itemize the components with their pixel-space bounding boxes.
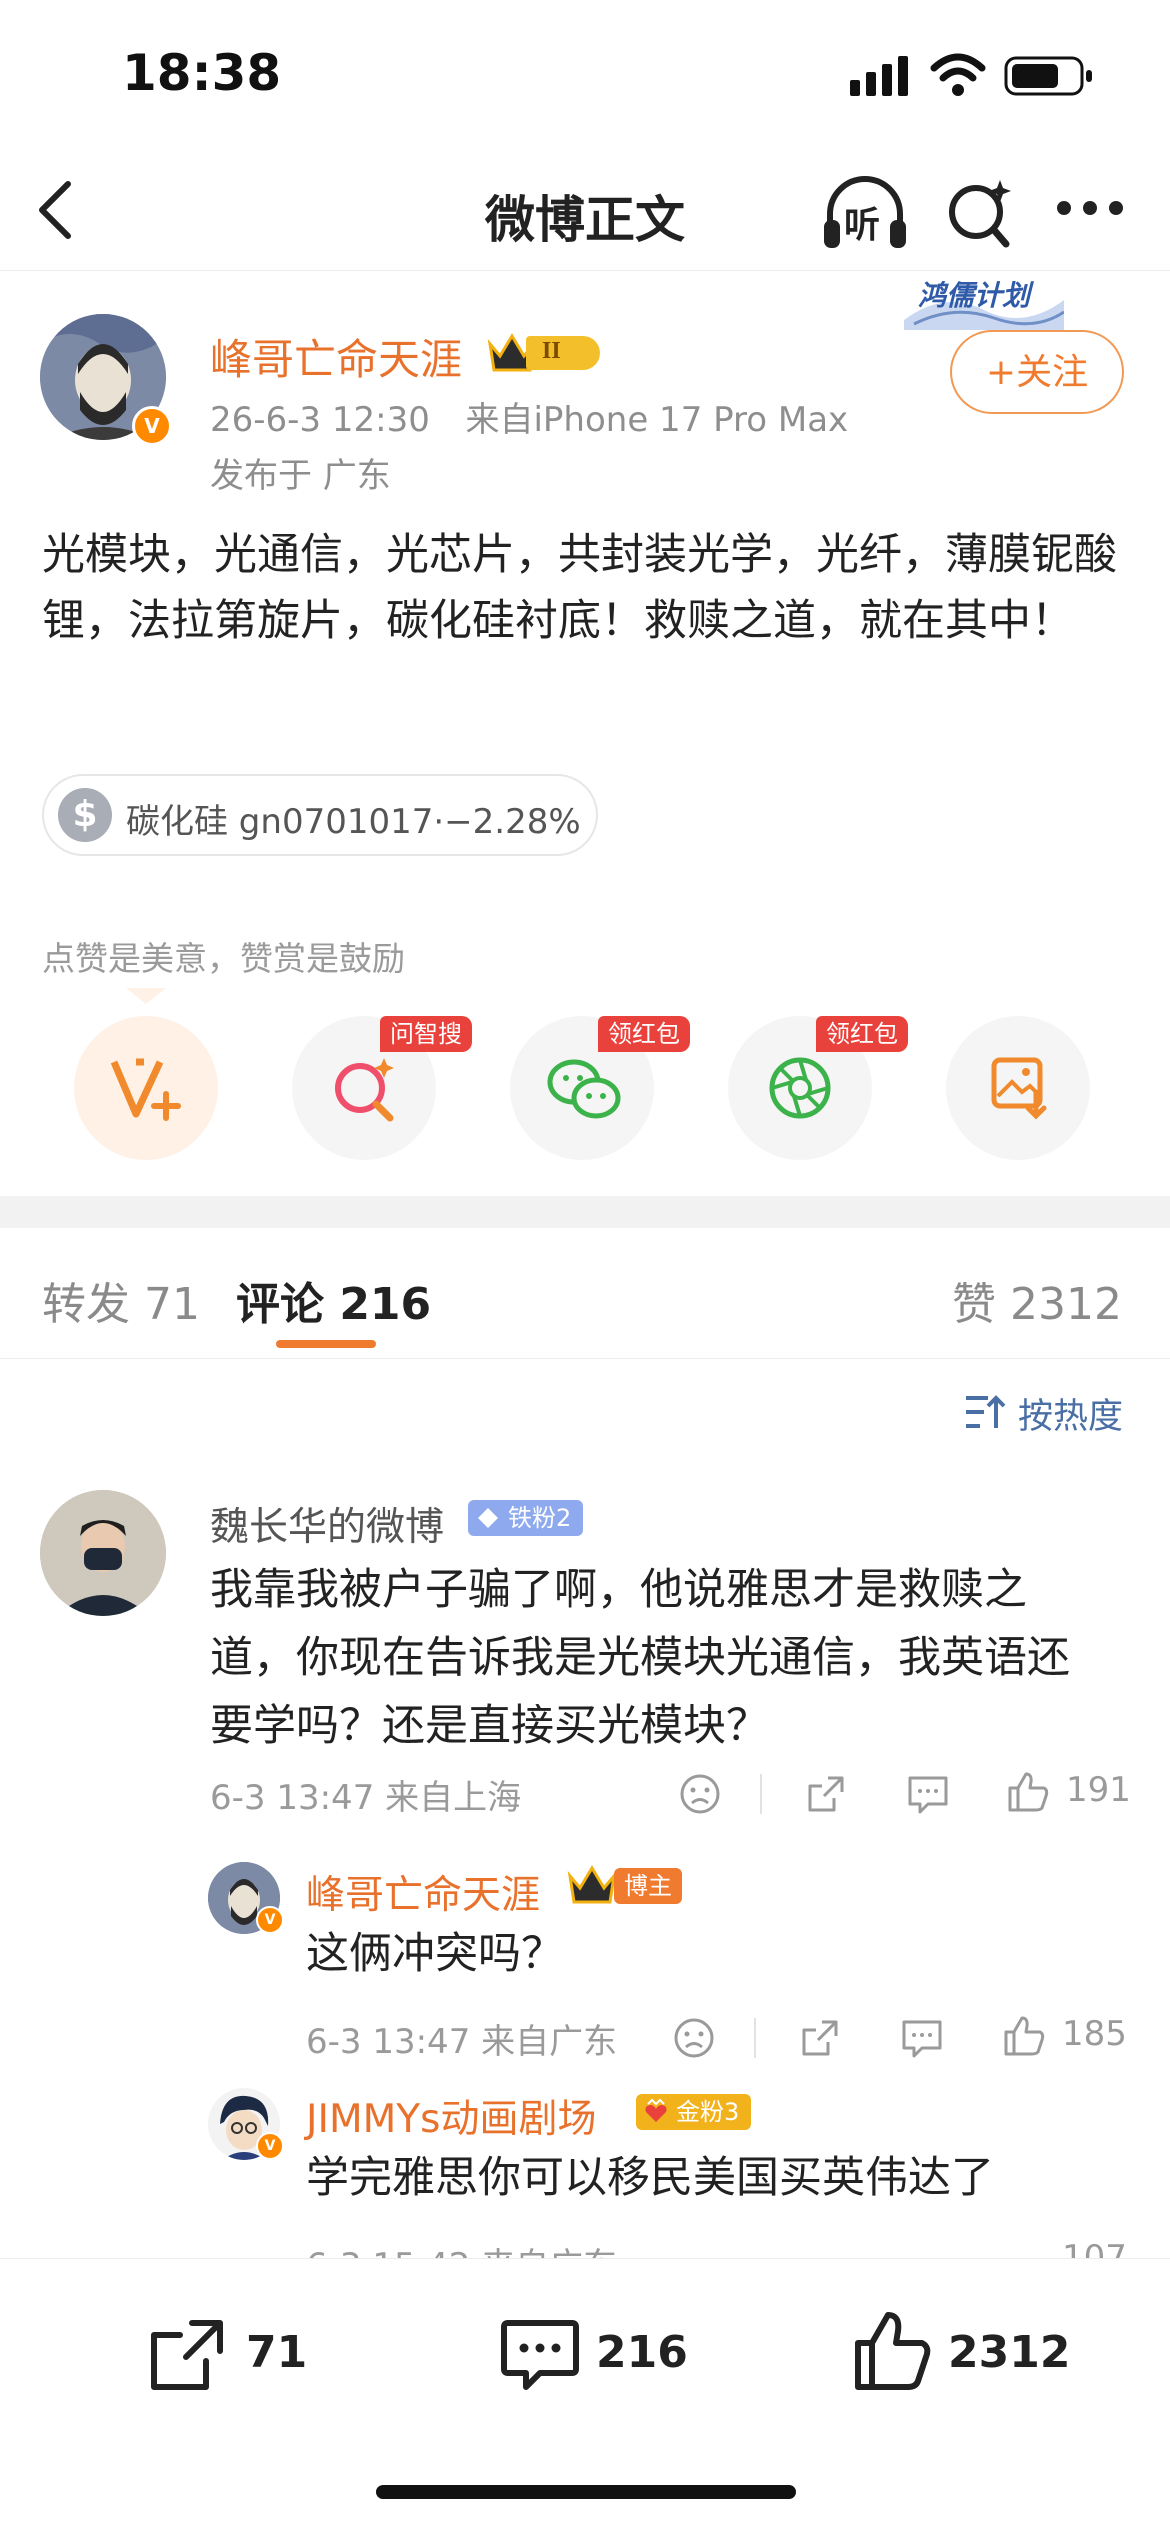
sort-label: 按热度 <box>1018 1397 1124 1437</box>
more-icon[interactable] <box>1056 198 1124 218</box>
smart-search-icon[interactable] <box>944 172 1016 252</box>
plan-badge[interactable]: 鸿儒计划 <box>904 270 1064 330</box>
follow-button[interactable]: +关注 <box>950 330 1124 414</box>
comment-like-count: 191 <box>1066 1770 1131 1810</box>
stock-chip[interactable]: $ 碳化硅 gn0701017·−2.28% <box>42 774 598 856</box>
fan-badge-label: 铁粉2 <box>508 1504 572 1532</box>
comment-text: 我靠我被户子骗了啊，他说雅思才是救赎之 道，你现在告诉我是光模块光通信，我英语还… <box>210 1556 1130 1760</box>
commenter-avatar[interactable] <box>40 1490 166 1616</box>
comment-text-line: 我靠我被户子骗了啊，他说雅思才是救赎之 <box>210 1565 1027 1615</box>
tab-bar: 转发 71 评论 216 赞 2312 <box>0 1228 1170 1359</box>
heart-crown-icon <box>645 2098 667 2122</box>
dislike-face-icon[interactable] <box>678 1772 722 1816</box>
meta-divider <box>754 2018 756 2058</box>
ask-search-tag: 问智搜 <box>380 1016 472 1052</box>
reply-like-count: 185 <box>1062 2014 1127 2054</box>
moments-aperture-icon <box>769 1057 831 1119</box>
fan-badge: 金粉3 <box>636 2094 752 2130</box>
reward-pointer-icon <box>126 988 166 1004</box>
reward-v-plus-icon <box>110 1058 181 1121</box>
tab-comment[interactable]: 评论 216 <box>236 1268 431 1332</box>
repost-button[interactable]: 71 <box>148 2309 308 2399</box>
dislike-face-icon[interactable] <box>672 2016 716 2060</box>
verified-badge-icon: V <box>132 406 172 446</box>
like-button[interactable]: 2312 <box>852 2303 1072 2399</box>
post-location: 发布于 广东 <box>210 456 391 496</box>
sort-button[interactable]: 按热度 <box>964 1388 1134 1438</box>
listen-label: 听 <box>844 205 881 246</box>
fan-badge: 铁粉2 <box>468 1500 584 1536</box>
tab-like[interactable]: 赞 2312 <box>952 1268 1122 1332</box>
fan-badge-label: 金粉3 <box>676 2098 740 2126</box>
listen-button[interactable]: 听 <box>820 170 910 254</box>
reward-button[interactable] <box>74 1016 218 1160</box>
repost-count: 71 <box>246 2327 308 2378</box>
post-timestamp: 26-6-3 12:30 <box>210 400 430 440</box>
level-badge-label: II <box>542 338 561 364</box>
reward-prompt: 点赞是美意，赞赏是鼓励 <box>42 939 405 978</box>
like-thumb-icon[interactable] <box>1006 1770 1050 1814</box>
dollar-icon: $ <box>58 788 112 842</box>
cellular-signal-icon <box>850 56 908 96</box>
comment-meta: 6-3 13:47 来自上海 <box>210 1778 522 1818</box>
reply-icon[interactable] <box>900 2016 944 2060</box>
verified-badge-icon: V <box>256 2132 284 2160</box>
reply-meta: 6-3 13:47 来自广东 <box>306 2022 618 2062</box>
section-separator <box>0 1196 1170 1228</box>
verified-badge-icon: V <box>256 1906 284 1934</box>
like-thumb-icon[interactable] <box>1002 2014 1046 2058</box>
comment-icon <box>501 2320 579 2390</box>
post-text: 光模块，光通信，光芯片，共封装光学，光纤，薄膜铌酸锂，法拉第旋片，碳化硅衬底！救… <box>42 530 1117 646</box>
reply-icon[interactable] <box>906 1772 950 1816</box>
level-badge: II <box>486 330 604 374</box>
comment-button[interactable]: 216 <box>500 2309 700 2399</box>
home-indicator <box>376 2485 796 2499</box>
battery-icon <box>1004 56 1092 96</box>
reply-author-name[interactable]: JIMMYs动画剧场 <box>306 2088 596 2144</box>
wifi-icon <box>930 53 986 96</box>
reply-text: 这俩冲突吗？ <box>306 1929 564 1979</box>
comment-count: 216 <box>596 2327 688 2378</box>
save-image-icon <box>991 1057 1047 1120</box>
commenter-avatar-image <box>40 1490 166 1616</box>
plan-badge-label: 鸿儒计划 <box>918 279 1031 312</box>
post-meta: 26-6-3 12:30 来自iPhone 17 Pro Max <box>210 392 848 441</box>
save-image-button[interactable] <box>946 1016 1090 1160</box>
wechat-tag: 领红包 <box>598 1016 690 1052</box>
moments-tag: 领红包 <box>816 1016 908 1052</box>
ask-search-icon <box>335 1058 394 1122</box>
commenter-name[interactable]: 魏长华的微博 <box>210 1496 444 1552</box>
post-source: 来自iPhone 17 Pro Max <box>465 400 849 440</box>
share-icon[interactable] <box>798 2016 842 2060</box>
clock: 18:38 <box>122 44 282 102</box>
nav-bar: 微博正文 听 <box>0 150 1170 271</box>
tab-repost[interactable]: 转发 71 <box>42 1268 200 1332</box>
wechat-icon <box>547 1059 621 1119</box>
stock-chip-label: 碳化硅 gn0701017·−2.28% <box>126 802 581 842</box>
reply-text: 学完雅思你可以移民美国买英伟达了 <box>306 2153 994 2203</box>
like-thumb-icon <box>855 2312 931 2390</box>
reply-author-name[interactable]: 峰哥亡命天涯 <box>306 1864 540 1920</box>
active-tab-indicator <box>276 1340 376 1348</box>
diamond-icon <box>478 1508 498 1528</box>
meta-divider <box>760 1774 762 1814</box>
sort-icon <box>966 1395 1006 1428</box>
author-name[interactable]: 峰哥亡命天涯 <box>210 326 462 387</box>
share-icon[interactable] <box>804 1772 848 1816</box>
like-count: 2312 <box>948 2327 1071 2378</box>
repost-icon <box>151 2320 223 2390</box>
status-bar: 18:38 <box>0 0 1170 150</box>
crown-icon <box>567 1865 617 1904</box>
comment-text-line: 要学吗？还是直接买光模块？ <box>210 1701 769 1751</box>
author-badge: 博主 <box>614 1868 682 1904</box>
comment-text-line: 道，你现在告诉我是光模块光通信，我英语还 <box>210 1633 1070 1683</box>
